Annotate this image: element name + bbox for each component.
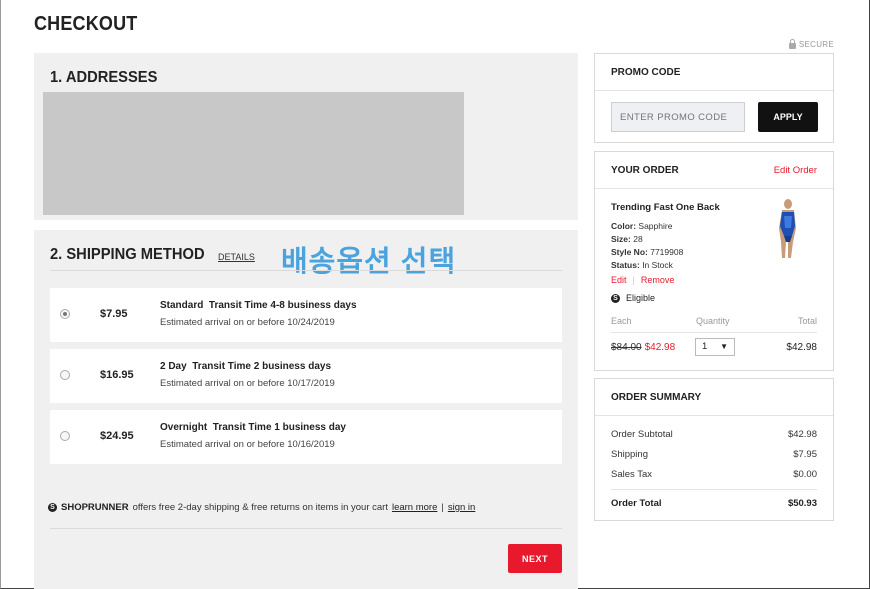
summary-value: $42.98	[787, 429, 817, 440]
summary-row-total: Order Total $50.93	[611, 498, 817, 509]
item-style-value: 7719908	[650, 247, 684, 257]
item-old-price: $84.00	[611, 342, 642, 353]
item-color-value: Sapphire	[638, 221, 673, 231]
summary-row-shipping: Shipping $7.95	[611, 449, 817, 460]
item-sale-price: $42.98	[644, 342, 676, 353]
promo-title: PROMO CODE	[611, 66, 681, 78]
secure-indicator: SECURE	[788, 39, 834, 49]
shipping-option-name: Standard Transit Time 4-8 business days	[160, 300, 357, 311]
secure-label: SECURE	[798, 40, 834, 49]
radio-icon[interactable]	[60, 309, 70, 319]
item-price-row: $84.00 $42.98 1 ▼ $42.98	[611, 338, 817, 356]
shoprunner-eligible: S Eligible	[611, 293, 655, 303]
shoprunner-icon: S	[611, 293, 620, 303]
order-columns: Each Quantity Total	[611, 316, 817, 333]
summary-total-value: $50.93	[787, 498, 817, 509]
item-remove-link[interactable]: Remove	[641, 275, 675, 285]
item-color: Color: Sapphire	[611, 221, 672, 231]
shipping-divider	[50, 270, 562, 271]
summary-total-label: Order Total	[611, 498, 662, 509]
summary-value: $0.00	[793, 469, 817, 480]
item-color-label: Color:	[611, 221, 637, 231]
address-redacted-block	[43, 92, 464, 215]
shipping-title: 2. SHIPPING METHOD	[50, 246, 205, 263]
shoprunner-icon: S	[48, 503, 57, 512]
shoprunner-learn-more-link[interactable]: learn more	[392, 502, 437, 513]
summary-title: ORDER SUMMARY	[611, 391, 702, 403]
quantity-value: 1	[702, 341, 708, 352]
shoprunner-text: offers free 2-day shipping & free return…	[132, 502, 388, 513]
edit-order-link[interactable]: Edit Order	[774, 165, 817, 176]
shipping-annotation: 배송옵션 선택	[281, 246, 457, 278]
item-style: Style No: 7719908	[611, 247, 683, 257]
item-actions: Edit | Remove	[611, 275, 675, 285]
shoprunner-divider	[50, 528, 562, 529]
item-status-value: In Stock	[642, 260, 673, 270]
product-swimsuit-image[interactable]	[767, 198, 809, 260]
quantity-select[interactable]: 1 ▼	[695, 338, 735, 356]
shipping-section: 2. SHIPPING METHOD DETAILS 배송옵션 선택 $7.95…	[34, 230, 578, 589]
summary-label: Order Subtotal	[611, 429, 673, 440]
summary-label: Shipping	[611, 449, 648, 460]
shipping-option-price: $7.95	[100, 308, 128, 320]
shoprunner-brand: SHOPRUNNER	[61, 502, 129, 513]
item-status: Status: In Stock	[611, 260, 673, 270]
summary-row-subtotal: Order Subtotal $42.98	[611, 429, 817, 440]
promo-card-header: PROMO CODE	[595, 54, 833, 91]
col-total: Total	[797, 316, 817, 326]
apply-button[interactable]: APPLY	[758, 102, 818, 132]
radio-icon[interactable]	[60, 370, 70, 380]
shipping-option-eta: Estimated arrival on or before 10/17/201…	[160, 378, 335, 389]
shoprunner-separator: |	[441, 502, 444, 513]
item-size-label: Size:	[611, 234, 631, 244]
col-each: Each	[611, 316, 632, 326]
lock-icon	[788, 39, 796, 49]
item-status-label: Status:	[611, 260, 640, 270]
col-quantity: Quantity	[696, 316, 730, 326]
order-summary-card: ORDER SUMMARY Order Subtotal $42.98 Ship…	[594, 378, 834, 521]
addresses-title: 1. ADDRESSES	[50, 69, 158, 86]
item-size: Size: 28	[611, 234, 643, 244]
item-size-value: 28	[633, 234, 643, 244]
shipping-option-standard[interactable]: $7.95 Standard Transit Time 4-8 business…	[50, 288, 562, 342]
summary-label: Sales Tax	[611, 469, 653, 480]
item-style-label: Style No:	[611, 247, 648, 257]
item-name: Trending Fast One Back	[611, 202, 720, 213]
summary-row-tax: Sales Tax $0.00	[611, 469, 817, 480]
addresses-section: 1. ADDRESSES	[34, 53, 578, 220]
shipping-option-price: $24.95	[100, 430, 134, 442]
promo-code-card: PROMO CODE APPLY	[594, 53, 834, 143]
next-button[interactable]: NEXT	[508, 544, 562, 573]
promo-code-input[interactable]	[611, 102, 745, 132]
shipping-option-name: 2 Day Transit Time 2 business days	[160, 361, 332, 372]
summary-value: $7.95	[793, 449, 817, 460]
chevron-down-icon: ▼	[720, 342, 728, 351]
page-title: CHECKOUT	[34, 13, 138, 35]
summary-card-header: ORDER SUMMARY	[595, 379, 833, 416]
shoprunner-sign-in-link[interactable]: sign in	[448, 502, 475, 513]
item-line-total: $42.98	[786, 342, 817, 353]
shipping-details-link[interactable]: DETAILS	[218, 252, 255, 262]
your-order-card: YOUR ORDER Edit Order Trending Fast One …	[594, 151, 834, 371]
item-edit-link[interactable]: Edit	[611, 275, 627, 285]
shipping-option-price: $16.95	[100, 369, 134, 381]
radio-icon[interactable]	[60, 431, 70, 441]
eligible-label: Eligible	[626, 293, 656, 303]
shipping-option-name: Overnight Transit Time 1 business day	[160, 422, 346, 433]
summary-divider	[611, 489, 817, 490]
shipping-option-eta: Estimated arrival on or before 10/24/201…	[160, 317, 335, 328]
shipping-option-eta: Estimated arrival on or before 10/16/201…	[160, 439, 335, 450]
shipping-option-2day[interactable]: $16.95 2 Day Transit Time 2 business day…	[50, 349, 562, 403]
order-card-header: YOUR ORDER Edit Order	[595, 152, 833, 189]
shipping-option-overnight[interactable]: $24.95 Overnight Transit Time 1 business…	[50, 410, 562, 464]
order-title: YOUR ORDER	[611, 164, 679, 176]
shoprunner-banner: S SHOPRUNNER offers free 2-day shipping …	[48, 502, 475, 513]
